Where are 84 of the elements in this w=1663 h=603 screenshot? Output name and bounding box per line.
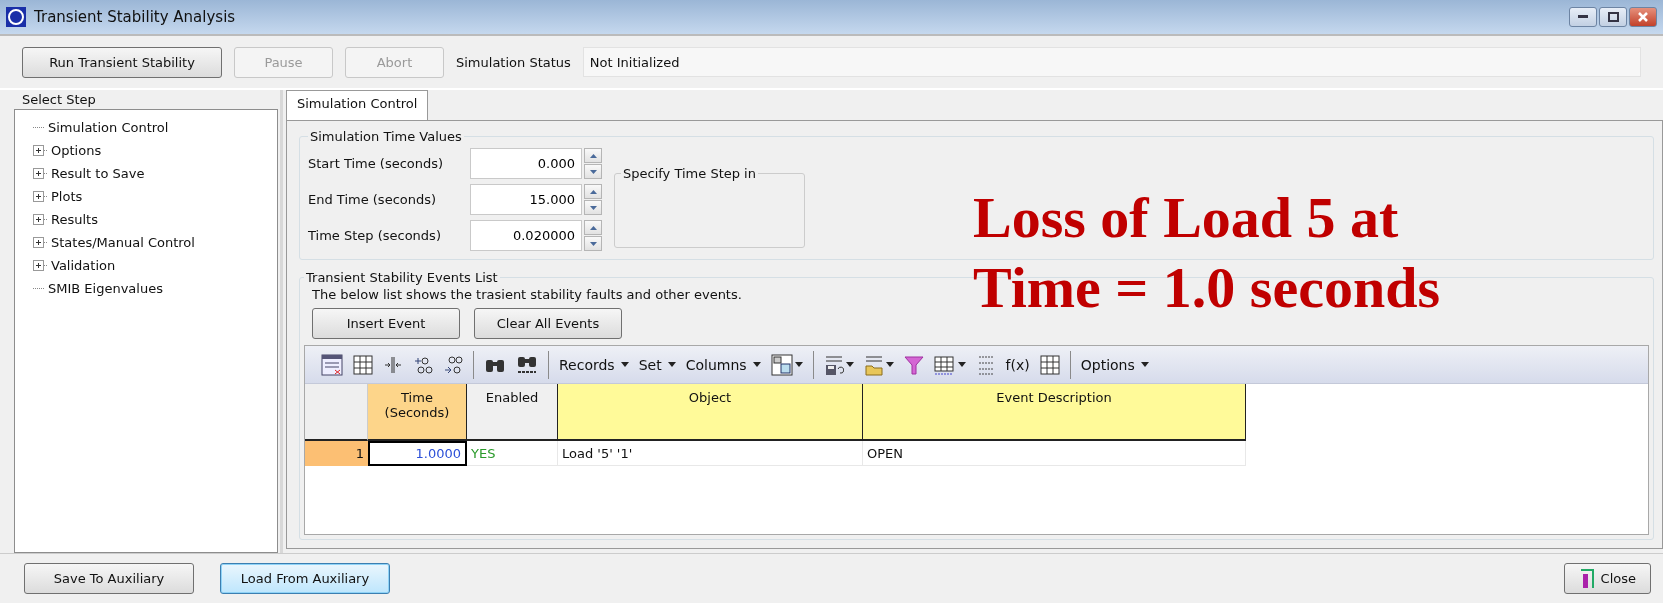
expand-icon[interactable] — [33, 145, 48, 156]
field-label: Start Time (seconds) — [308, 156, 445, 171]
table-cell: Load '5' '1' — [558, 441, 863, 466]
table-cell: OPEN — [863, 441, 1246, 466]
toolbar-menu[interactable]: Set — [638, 356, 676, 373]
tree-item[interactable]: Plots — [51, 189, 83, 204]
caret-icon[interactable] — [885, 362, 894, 367]
save-icon[interactable] — [823, 353, 844, 376]
status-field: Not Initialized — [582, 47, 1641, 77]
close-icon — [1638, 12, 1648, 22]
action-button[interactable]: Run Transient Stability — [22, 46, 222, 78]
tree-item[interactable]: States/Manual Control — [51, 235, 195, 250]
spinner[interactable] — [584, 220, 602, 251]
tree-item[interactable]: Result to Save — [51, 166, 145, 181]
toolbar-menu[interactable]: Columns — [685, 356, 761, 373]
tree-line-icon — [33, 287, 45, 290]
caret-icon[interactable] — [620, 362, 629, 367]
column-split-icon[interactable] — [383, 354, 403, 375]
function-button[interactable]: f(x) — [1005, 356, 1030, 373]
tree-line-icon — [33, 126, 45, 129]
tree-item[interactable]: Simulation Control — [48, 120, 169, 135]
column-header[interactable]: Enabled — [467, 384, 558, 441]
caret-icon[interactable] — [957, 362, 966, 367]
caret-icon[interactable] — [1140, 362, 1149, 367]
decimal-decrease-icon[interactable] — [443, 354, 463, 375]
toolbar-menu[interactable]: Options — [1080, 356, 1149, 373]
caret-icon[interactable] — [667, 362, 676, 367]
caret-icon[interactable] — [845, 362, 854, 367]
group-title: Simulation Time Values — [309, 129, 463, 144]
time-input[interactable]: 0.020000 — [470, 220, 582, 251]
table-cell: 1.0000 — [368, 441, 467, 466]
maximize-button[interactable] — [1599, 7, 1627, 27]
tree-item[interactable]: SMIB Eigenvalues — [48, 281, 163, 296]
tab[interactable]: Simulation Control — [286, 90, 429, 120]
annotation-text: Loss of Load 5 at — [973, 185, 1400, 251]
binoculars-icon[interactable] — [516, 354, 538, 375]
expand-icon[interactable] — [33, 237, 48, 248]
expand-icon[interactable] — [33, 260, 48, 271]
event-button[interactable]: Insert Event — [312, 308, 460, 339]
toolbar-menu[interactable]: Records — [559, 356, 629, 373]
spinner[interactable] — [584, 184, 602, 215]
footer-button[interactable]: Load From Auxiliary — [220, 563, 390, 594]
layout-icon[interactable] — [770, 353, 793, 376]
maximize-icon — [1607, 12, 1619, 22]
window-title: Transient Stability Analysis — [34, 8, 236, 26]
table-cell: YES — [467, 441, 558, 466]
events-description: The below list shows the trasient stability faults and other events. — [312, 287, 742, 302]
close-button[interactable] — [1629, 7, 1657, 27]
field-label: Time Step (seconds) — [308, 228, 442, 243]
app-logo-icon — [6, 7, 26, 27]
minimize-button[interactable] — [1569, 7, 1597, 27]
close-dialog-button[interactable]: Close — [1563, 563, 1651, 594]
tree-item[interactable]: Validation — [51, 258, 116, 273]
footer-button[interactable]: Save To Auxiliary — [24, 563, 194, 594]
expand-icon[interactable] — [33, 214, 48, 225]
form-icon[interactable] — [321, 353, 343, 376]
filter-icon[interactable] — [903, 353, 924, 376]
annotation-text: Time = 1.0 seconds — [973, 255, 1440, 321]
panel-title: Select Step — [22, 92, 97, 109]
group-title: Transient Stability Events List — [305, 270, 499, 285]
minimize-icon — [1578, 15, 1588, 19]
expand-icon[interactable] — [33, 168, 48, 179]
column-header[interactable]: Object — [558, 384, 863, 441]
caret-icon[interactable] — [794, 362, 803, 367]
row-number[interactable]: 1 — [305, 441, 368, 466]
tree-item[interactable]: Results — [51, 212, 98, 227]
grid-icon[interactable] — [1039, 354, 1060, 375]
column-header[interactable]: Event Description — [863, 384, 1246, 441]
grid-icon[interactable] — [353, 354, 373, 375]
group-title: Specify Time Step in — [622, 166, 757, 181]
event-button[interactable]: Clear All Events — [474, 308, 622, 339]
tree-item[interactable]: Options — [51, 143, 102, 158]
exit-door-icon — [1578, 567, 1595, 590]
time-input[interactable]: 15.000 — [470, 184, 582, 215]
decimal-increase-icon[interactable] — [413, 354, 433, 375]
status-label: Simulation Status — [456, 54, 571, 70]
column-header[interactable]: Time (Seconds) — [368, 384, 467, 441]
time-input[interactable]: 0.000 — [470, 148, 582, 179]
spinner[interactable] — [584, 148, 602, 179]
caret-icon[interactable] — [752, 362, 761, 367]
grid-icon[interactable] — [933, 353, 956, 376]
expand-icon[interactable] — [33, 191, 48, 202]
field-label: End Time (seconds) — [308, 192, 438, 207]
corner-cell — [305, 384, 368, 441]
